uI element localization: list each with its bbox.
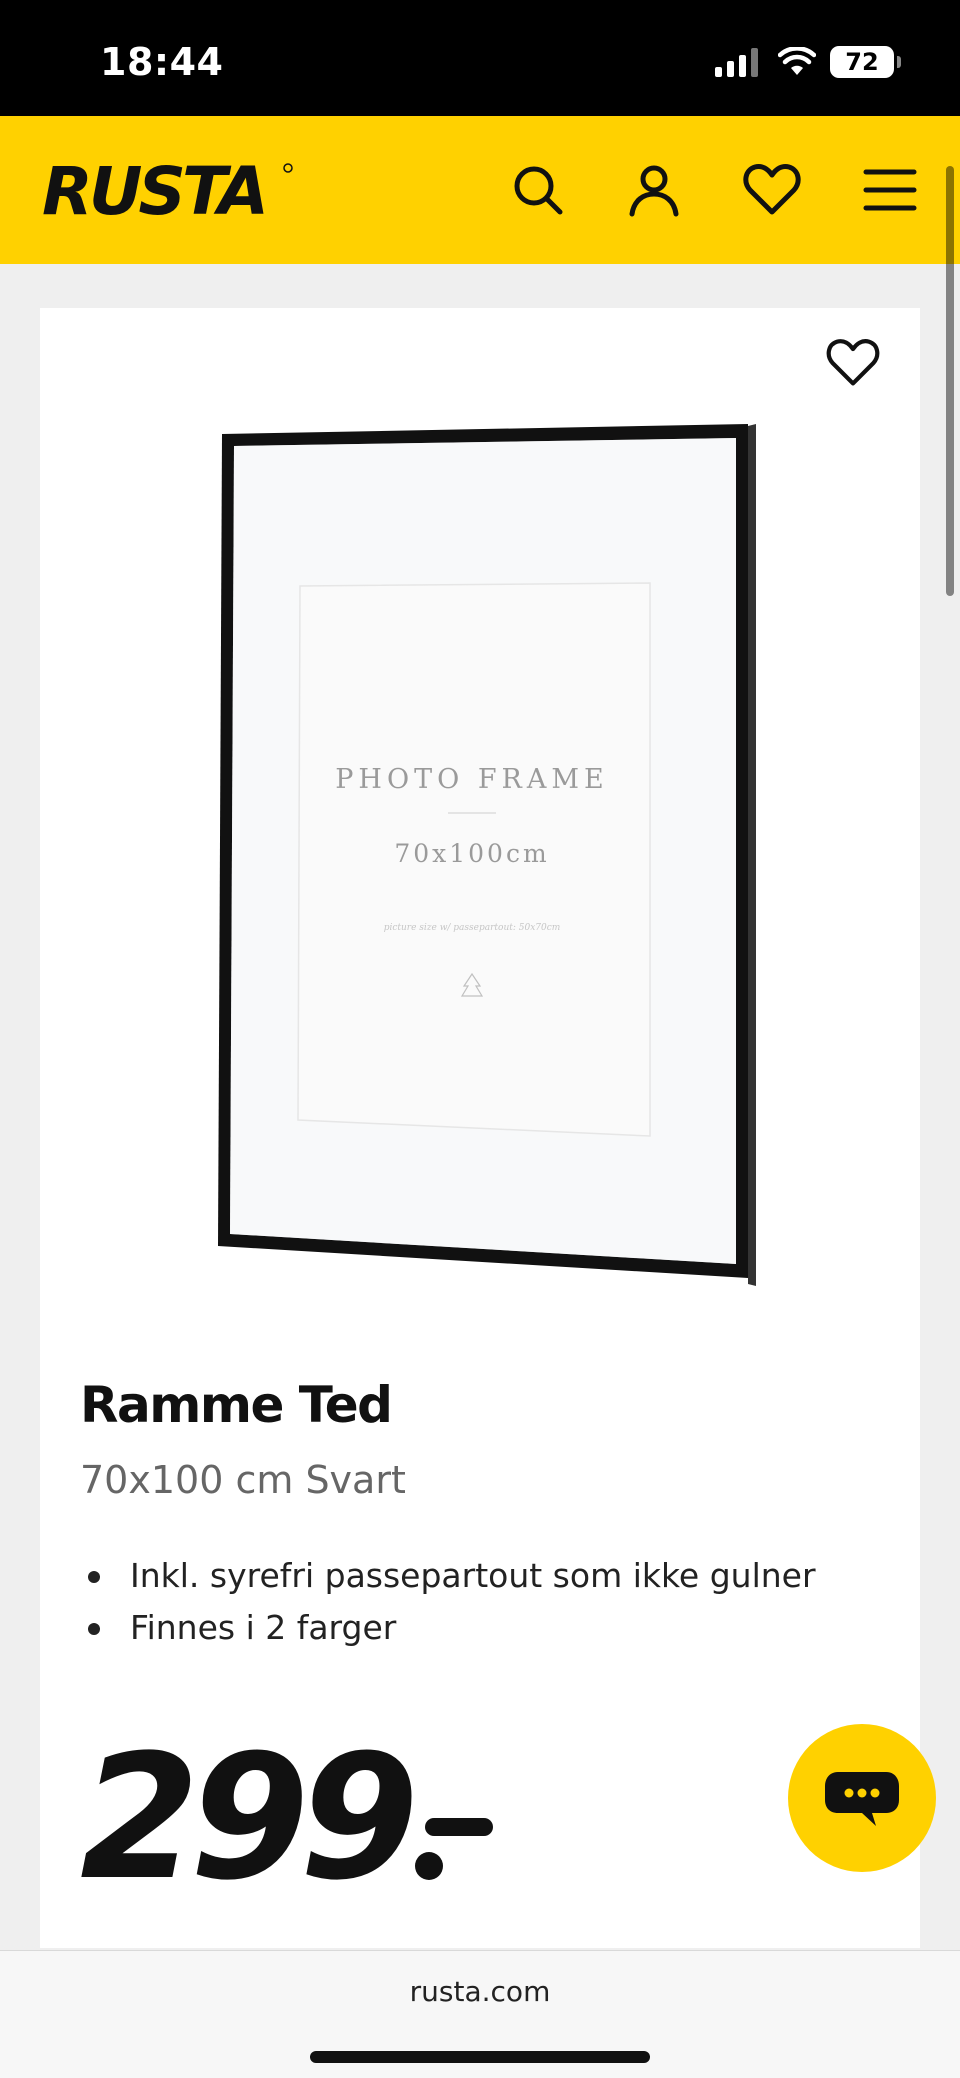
chat-button[interactable] [788,1724,936,1872]
wifi-icon [778,47,816,75]
search-icon [514,166,563,215]
price-value: 299 [80,1717,419,1918]
wishlist-heart-icon [743,164,801,215]
battery-icon: 72 [830,46,901,78]
feature-item: Finnes i 2 farger [80,1602,816,1654]
wishlist-button[interactable] [740,158,804,222]
feature-item: Inkl. syrefri passepartout som ikke guln… [80,1550,816,1602]
price-suffix [415,1728,495,1908]
chat-bubble-icon [825,1772,899,1826]
frame-insert-size: 70x100cm [394,839,549,868]
site-header: RUSTA [0,116,960,264]
home-indicator[interactable] [310,2051,650,2063]
product-price: 299 [80,1728,495,1908]
page-scrollbar[interactable] [946,166,954,596]
status-time: 18:44 [100,40,224,84]
menu-button[interactable] [858,158,922,222]
logo-text: RUSTA [42,156,265,226]
favorite-heart-icon [826,339,880,386]
rusta-logo[interactable]: RUSTA [38,156,298,226]
menu-hamburger-icon [863,169,917,211]
product-features: Inkl. syrefri passepartout som ikke guln… [80,1550,816,1654]
account-icon [629,165,679,217]
product-title: Ramme Ted [80,1376,393,1434]
frame-insert-small-text: picture size w/ passepartout: 50x70cm [384,923,561,933]
status-icons: 72 [715,46,901,78]
add-to-favorites-button[interactable] [820,330,886,396]
battery-level: 72 [845,48,879,76]
product-card[interactable]: PHOTO FRAME 70x100cm picture size w/ pas… [40,308,920,1948]
account-button[interactable] [622,158,686,222]
frame-insert-title: PHOTO FRAME [335,764,609,795]
product-subtitle: 70x100 cm Svart [80,1458,406,1502]
product-image[interactable]: PHOTO FRAME 70x100cm picture size w/ pas… [210,408,770,1328]
cellular-signal-icon [715,47,758,77]
browser-bottom-bar: rusta.com [0,1950,960,2078]
search-button[interactable] [506,158,570,222]
status-bar: 18:44 72 [0,0,960,116]
address-bar-url[interactable]: rusta.com [0,1975,960,2008]
